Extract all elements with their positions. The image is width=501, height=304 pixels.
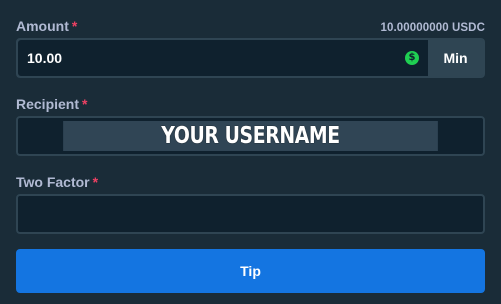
min-button[interactable]: Min (428, 40, 483, 76)
recipient-label-text: Recipient (16, 96, 80, 112)
amount-label-row: Amount * 10.00000000 USDC (16, 14, 485, 34)
recipient-label-row: Recipient * (16, 92, 485, 112)
amount-field: 10.00 $ Min (16, 38, 485, 78)
amount-label-text: Amount (16, 18, 69, 34)
dollar-coin-icon: $ (405, 51, 419, 65)
two-factor-label: Two Factor * (16, 174, 98, 190)
amount-input[interactable]: 10.00 $ (18, 40, 428, 76)
balance-display: 10.00000000 USDC (380, 22, 485, 34)
recipient-input[interactable]: YOUR USERNAME (16, 116, 485, 156)
two-factor-label-row: Two Factor * (16, 170, 485, 190)
recipient-required-mark: * (82, 96, 88, 112)
recipient-value: YOUR USERNAME (63, 121, 438, 151)
tip-form: Amount * 10.00000000 USDC 10.00 $ Min Rec… (16, 0, 485, 293)
two-factor-label-text: Two Factor (16, 174, 90, 190)
two-factor-input[interactable] (16, 194, 485, 234)
amount-value[interactable]: 10.00 (27, 50, 405, 66)
amount-label: Amount * (16, 18, 77, 34)
two-factor-required-mark: * (92, 174, 99, 190)
amount-required-mark: * (71, 18, 78, 34)
tip-button[interactable]: Tip (16, 249, 485, 293)
recipient-label: Recipient * (16, 96, 87, 112)
